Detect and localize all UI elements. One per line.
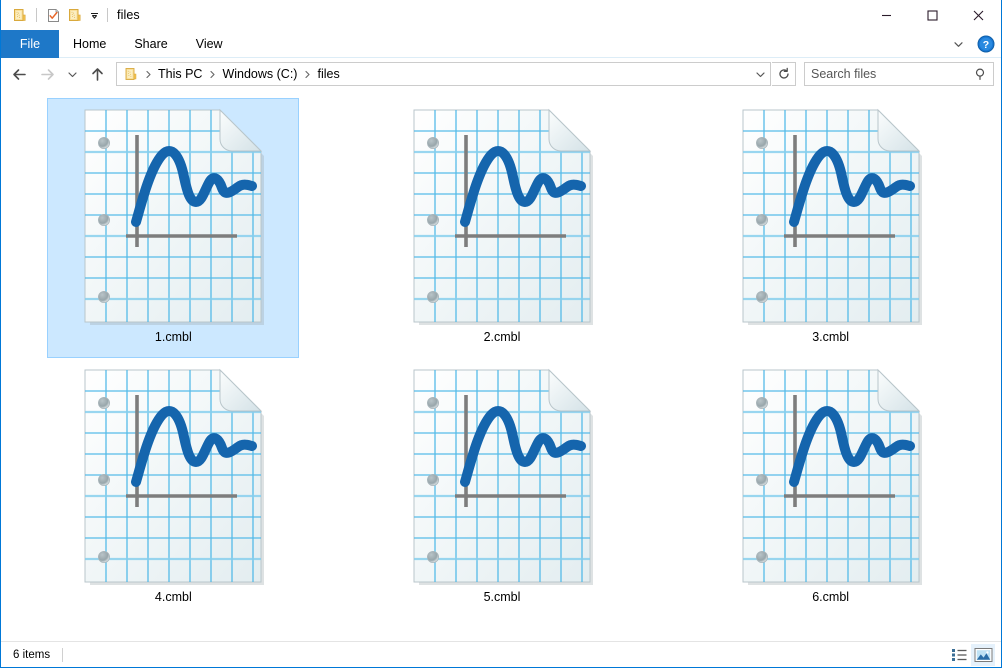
quick-access-chevron-down-icon[interactable] bbox=[86, 4, 102, 26]
file-label: 4.cmbl bbox=[154, 590, 192, 604]
ribbon-right-controls: ? bbox=[945, 30, 997, 58]
cmbl-graph-file-icon bbox=[736, 103, 926, 328]
recent-locations-chevron-down-icon[interactable] bbox=[61, 60, 83, 88]
breadcrumb-separator-icon bbox=[141, 64, 155, 84]
file-item[interactable]: 3.cmbl bbox=[705, 98, 957, 358]
toolbar-separator-2 bbox=[107, 8, 108, 22]
ribbon-collapse-chevron-down-icon[interactable] bbox=[945, 31, 971, 57]
file-item[interactable]: 5.cmbl bbox=[376, 358, 628, 618]
breadcrumb-item-files[interactable]: files bbox=[314, 67, 342, 81]
help-icon[interactable]: ? bbox=[975, 33, 997, 55]
search-icon[interactable] bbox=[969, 63, 993, 85]
window-title: files bbox=[117, 8, 140, 22]
cmbl-graph-file-icon bbox=[407, 363, 597, 588]
large-icons-view-button[interactable] bbox=[971, 643, 995, 666]
tab-home[interactable]: Home bbox=[59, 30, 120, 58]
file-explorer-window: files File Home Share View ? This PC Win… bbox=[0, 0, 1002, 668]
file-item[interactable]: 6.cmbl bbox=[705, 358, 957, 618]
maximize-button[interactable] bbox=[909, 0, 955, 30]
close-button[interactable] bbox=[955, 0, 1001, 30]
new-folder-check-icon[interactable] bbox=[42, 4, 64, 26]
refresh-button[interactable] bbox=[772, 62, 796, 86]
address-bar: This PC Windows (C:) files bbox=[1, 58, 1001, 90]
properties-icon[interactable] bbox=[9, 4, 31, 26]
cmbl-graph-file-icon bbox=[78, 103, 268, 328]
file-list-view[interactable]: 1.cmbl 2.cmbl 3.cmbl 4.cmbl 5.cmbl 6.cmb… bbox=[1, 90, 1001, 641]
breadcrumb-separator-icon bbox=[205, 64, 219, 84]
ribbon-tab-bar: File Home Share View ? bbox=[1, 30, 1001, 58]
file-label: 3.cmbl bbox=[812, 330, 850, 344]
file-item[interactable]: 2.cmbl bbox=[376, 98, 628, 358]
tab-view[interactable]: View bbox=[182, 30, 237, 58]
back-button[interactable] bbox=[5, 60, 33, 88]
quick-access-toolbar: files bbox=[1, 0, 140, 30]
file-grid: 1.cmbl 2.cmbl 3.cmbl 4.cmbl 5.cmbl 6.cmb… bbox=[9, 98, 995, 618]
search-box[interactable] bbox=[804, 62, 994, 86]
toolbar-separator-1 bbox=[36, 8, 37, 22]
tab-share[interactable]: Share bbox=[120, 30, 181, 58]
item-count-label: 6 items bbox=[13, 648, 51, 661]
breadcrumb-item-this-pc[interactable]: This PC bbox=[155, 67, 205, 81]
up-button[interactable] bbox=[83, 60, 111, 88]
forward-button[interactable] bbox=[33, 60, 61, 88]
title-bar: files bbox=[1, 0, 1001, 30]
breadcrumb-item-windows-c[interactable]: Windows (C:) bbox=[219, 67, 300, 81]
details-view-button[interactable] bbox=[947, 644, 971, 666]
cmbl-graph-file-icon bbox=[407, 103, 597, 328]
status-bar: 6 items bbox=[1, 641, 1001, 667]
svg-text:?: ? bbox=[983, 39, 989, 51]
file-label: 1.cmbl bbox=[154, 330, 192, 344]
cmbl-graph-file-icon bbox=[78, 363, 268, 588]
cmbl-graph-file-icon bbox=[736, 363, 926, 588]
file-item[interactable]: 4.cmbl bbox=[47, 358, 299, 618]
breadcrumb[interactable]: This PC Windows (C:) files bbox=[116, 62, 771, 86]
status-separator bbox=[62, 647, 64, 662]
file-label: 6.cmbl bbox=[812, 590, 850, 604]
tab-file[interactable]: File bbox=[1, 30, 59, 58]
folder-icon[interactable] bbox=[64, 4, 86, 26]
breadcrumb-folder-icon bbox=[121, 64, 141, 84]
file-label: 2.cmbl bbox=[483, 330, 521, 344]
breadcrumb-separator-icon bbox=[300, 64, 314, 84]
minimize-button[interactable] bbox=[863, 0, 909, 30]
window-controls bbox=[863, 0, 1001, 30]
search-input[interactable] bbox=[805, 67, 969, 81]
file-item[interactable]: 1.cmbl bbox=[47, 98, 300, 358]
file-label: 5.cmbl bbox=[483, 590, 521, 604]
address-dropdown-chevron-down-icon[interactable] bbox=[750, 63, 770, 85]
